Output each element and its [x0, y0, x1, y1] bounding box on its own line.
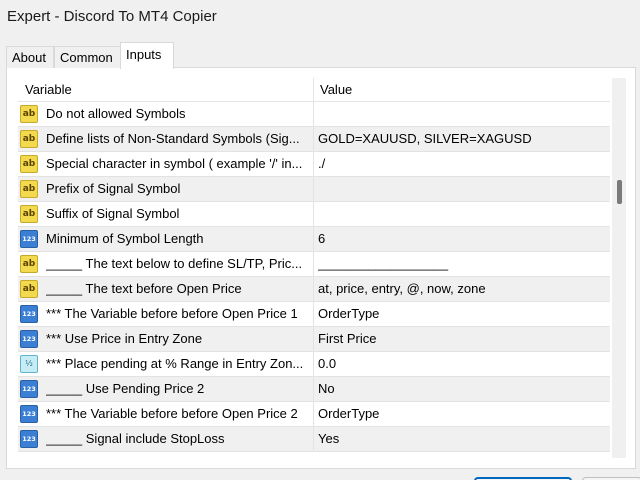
variable-name: Special character in symbol ( example '/… [46, 156, 303, 171]
scrollbar-thumb[interactable] [617, 180, 622, 204]
table-row[interactable]: ab Do not allowed Symbols [18, 102, 610, 127]
tab-about[interactable]: About [6, 46, 54, 68]
cell-divider [313, 277, 314, 302]
string-type-icon: ab [20, 155, 38, 173]
string-type-icon: ab [20, 130, 38, 148]
cell-divider [313, 202, 314, 227]
table-row[interactable]: ab _____ The text below to define SL/TP, … [18, 252, 610, 277]
grid-rows: ab Do not allowed Symbols ab Define lists o… [18, 102, 610, 452]
cell-divider [313, 227, 314, 252]
column-header-value[interactable]: Value [320, 82, 352, 97]
number-type-icon: 123 [20, 230, 38, 248]
variable-name: Minimum of Symbol Length [46, 231, 204, 246]
variable-name: Do not allowed Symbols [46, 106, 186, 121]
number-type-icon: 123 [20, 405, 38, 423]
cell-divider [313, 177, 314, 202]
variable-value[interactable]: No [318, 381, 608, 396]
table-row[interactable]: ab Special character in symbol ( example … [18, 152, 610, 177]
vertical-scrollbar[interactable] [612, 78, 626, 458]
tab-bar: About Common Inputs [6, 42, 636, 69]
cell-divider [313, 427, 314, 452]
variable-name: *** The Variable before before Open Pric… [46, 406, 298, 421]
cell-divider [313, 102, 314, 127]
variable-value[interactable]: ./ [318, 156, 608, 171]
variable-value[interactable]: GOLD=XAUUSD, SILVER=XAGUSD [318, 131, 608, 146]
tab-inputs[interactable]: Inputs [120, 42, 174, 69]
cell-divider [313, 352, 314, 377]
cell-divider [313, 127, 314, 152]
table-row[interactable]: 123 *** Use Price in Entry Zone First Pric… [18, 327, 610, 352]
table-row[interactable]: 123 _____ Signal include StopLoss Yes [18, 427, 610, 452]
cell-divider [313, 252, 314, 277]
table-row[interactable]: 123 *** The Variable before before Open P… [18, 402, 610, 427]
variable-value[interactable]: OrderType [318, 406, 608, 421]
number-type-icon: 123 [20, 330, 38, 348]
variable-value[interactable]: Yes [318, 431, 608, 446]
table-row[interactable]: 123 _____ Use Pending Price 2 No [18, 377, 610, 402]
title-bar: Expert - Discord To MT4 Copier [0, 0, 640, 36]
variable-value[interactable]: at, price, entry, @, now, zone [318, 281, 608, 296]
number-type-icon: 123 [20, 430, 38, 448]
table-row[interactable]: ab _____ The text before Open Price at, pr… [18, 277, 610, 302]
string-type-icon: ab [20, 180, 38, 198]
table-row[interactable]: ab Define lists of Non-Standard Symbols (… [18, 127, 610, 152]
table-row[interactable]: ab Suffix of Signal Symbol [18, 202, 610, 227]
variable-name: Suffix of Signal Symbol [46, 206, 180, 221]
table-row[interactable]: 123 Minimum of Symbol Length 6 [18, 227, 610, 252]
cell-divider [313, 302, 314, 327]
cell-divider [313, 402, 314, 427]
window-title: Expert - Discord To MT4 Copier [7, 8, 217, 25]
number-type-icon: 123 [20, 305, 38, 323]
variable-name: Define lists of Non-Standard Symbols (Si… [46, 131, 300, 146]
variable-name: _____ The text before Open Price [46, 281, 242, 296]
cell-divider [313, 377, 314, 402]
string-type-icon: ab [20, 255, 38, 273]
variable-name: _____ The text below to define SL/TP, Pr… [46, 256, 303, 271]
variable-value[interactable]: __________________ [318, 256, 608, 271]
inputs-grid: Variable Value ab Do not allowed Symbols a… [18, 78, 610, 458]
column-header-variable[interactable]: Variable [25, 82, 72, 97]
variable-name: *** Place pending at % Range in Entry Zo… [46, 356, 304, 371]
variable-value[interactable]: OrderType [318, 306, 608, 321]
variable-name: *** Use Price in Entry Zone [46, 331, 203, 346]
cell-divider [313, 152, 314, 177]
fraction-type-icon: ½ [20, 355, 38, 373]
variable-value[interactable]: 6 [318, 231, 608, 246]
variable-value[interactable]: First Price [318, 331, 608, 346]
table-row[interactable]: ½ *** Place pending at % Range in Entry Z… [18, 352, 610, 377]
grid-header: Variable Value [18, 78, 610, 102]
variable-name: *** The Variable before before Open Pric… [46, 306, 298, 321]
tab-common[interactable]: Common [54, 46, 122, 68]
column-divider[interactable] [313, 78, 314, 102]
string-type-icon: ab [20, 280, 38, 298]
variable-value[interactable]: 0.0 [318, 356, 608, 371]
table-row[interactable]: ab Prefix of Signal Symbol [18, 177, 610, 202]
cell-divider [313, 327, 314, 352]
string-type-icon: ab [20, 105, 38, 123]
variable-name: Prefix of Signal Symbol [46, 181, 181, 196]
string-type-icon: ab [20, 205, 38, 223]
variable-name: _____ Signal include StopLoss [46, 431, 225, 446]
table-row[interactable]: 123 *** The Variable before before Open P… [18, 302, 610, 327]
variable-name: _____ Use Pending Price 2 [46, 381, 205, 396]
number-type-icon: 123 [20, 380, 38, 398]
